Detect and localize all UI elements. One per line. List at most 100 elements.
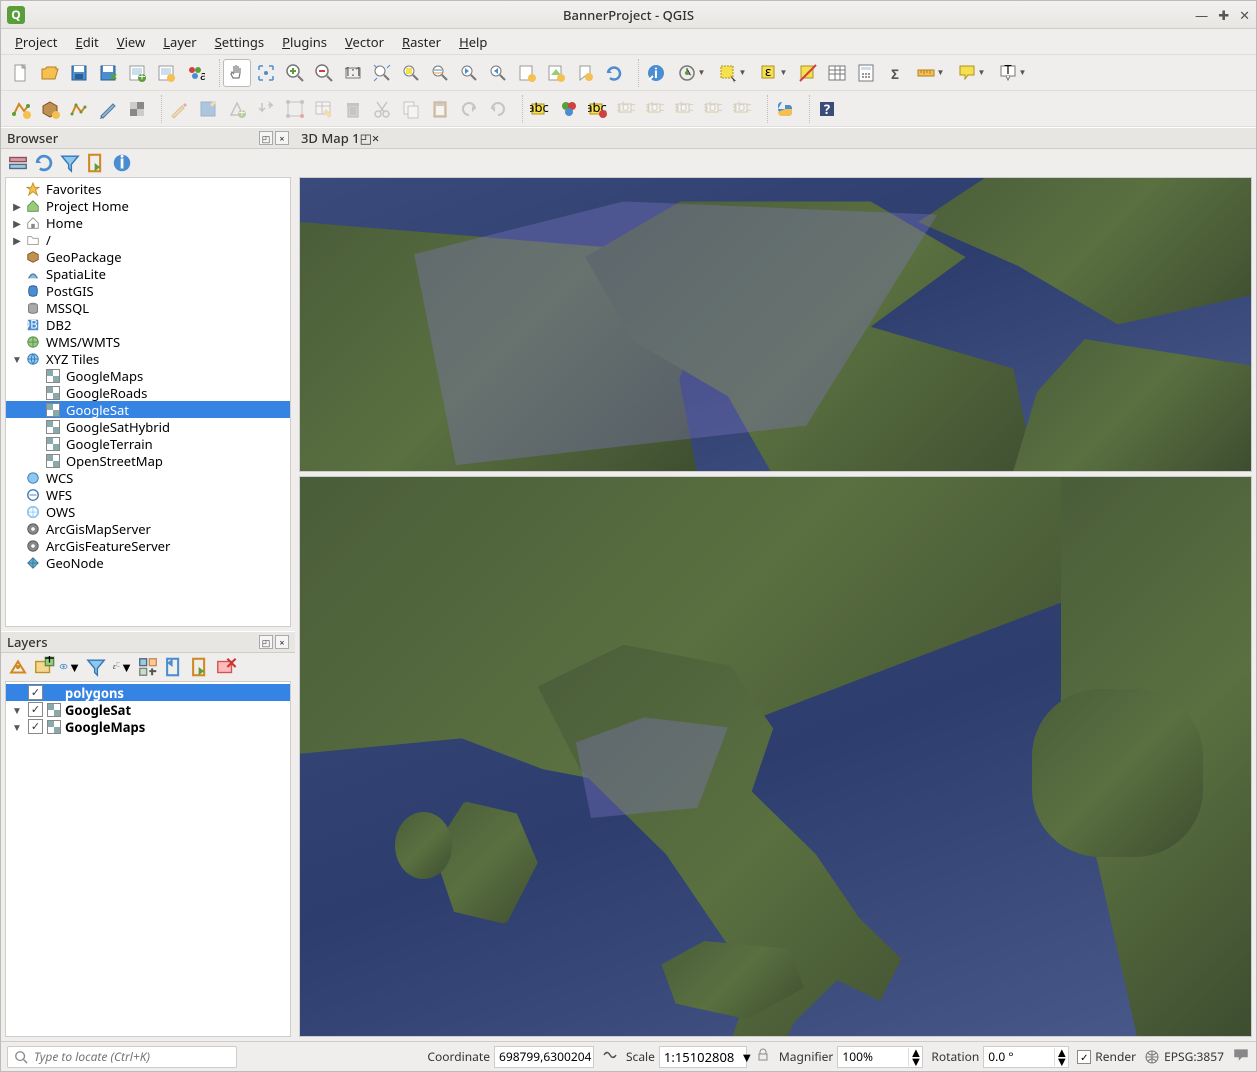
browser-item-spatialite[interactable]: SpatiaLite xyxy=(6,265,290,282)
browser-item-[interactable]: ▶/ xyxy=(6,231,290,248)
style-manager-button[interactable]: a xyxy=(181,59,209,87)
label-move-button[interactable]: abc xyxy=(613,95,641,123)
pan-button[interactable] xyxy=(223,59,251,87)
scale-combo[interactable]: 1:15102808▼ xyxy=(659,1046,747,1068)
browser-item-wfs[interactable]: WFS xyxy=(6,486,290,503)
add-group-icon[interactable]: + xyxy=(33,656,55,678)
paste-button[interactable] xyxy=(426,95,454,123)
browser-item-googleroads[interactable]: GoogleRoads xyxy=(6,384,290,401)
label-move-button[interactable]: abc xyxy=(729,95,757,123)
attr-table-button[interactable] xyxy=(823,59,851,87)
browser-item-geonode[interactable]: GeoNode xyxy=(6,554,290,571)
collapse-all-icon[interactable] xyxy=(85,152,107,174)
browser-item-favorites[interactable]: Favorites xyxy=(6,180,290,197)
menu-settings[interactable]: Settings xyxy=(207,30,272,54)
add-layer-icon[interactable] xyxy=(7,152,29,174)
toggle-edit-button[interactable] xyxy=(165,95,193,123)
browser-item-arcgismapserver[interactable]: ArcGisMapServer xyxy=(6,520,290,537)
new-3d-button[interactable] xyxy=(542,59,570,87)
properties-icon[interactable]: i xyxy=(111,152,133,174)
map3d-close-button[interactable]: × xyxy=(372,129,379,147)
style-manager-icon[interactable] xyxy=(7,656,29,678)
zoom-native-button[interactable]: 1:1 xyxy=(339,59,367,87)
rotation-spinbox[interactable]: ▲▼ xyxy=(983,1046,1069,1068)
label-button[interactable]: abc xyxy=(526,95,554,123)
browser-item-mssql[interactable]: MSSQL xyxy=(6,299,290,316)
browser-item-db2[interactable]: DB2DB2 xyxy=(6,316,290,333)
menu-project[interactable]: Project xyxy=(7,30,65,54)
browser-float-button[interactable]: ◰ xyxy=(259,131,273,145)
help-button[interactable]: ? xyxy=(813,95,841,123)
browser-item-openstreetmap[interactable]: OpenStreetMap xyxy=(6,452,290,469)
browser-item-xyztiles[interactable]: ▼XYZ Tiles xyxy=(6,350,290,367)
menu-layer[interactable]: Layer xyxy=(155,30,204,54)
label-x-button[interactable]: abc xyxy=(584,95,612,123)
diagram-button[interactable] xyxy=(555,95,583,123)
new-layout-button[interactable]: + xyxy=(123,59,151,87)
quill-button[interactable] xyxy=(94,95,122,123)
pan-selection-button[interactable] xyxy=(252,59,280,87)
browser-item-googleterrain[interactable]: GoogleTerrain xyxy=(6,435,290,452)
refresh-button[interactable] xyxy=(600,59,628,87)
minimize-button[interactable]: — xyxy=(1195,6,1208,24)
move-feature-button[interactable] xyxy=(252,95,280,123)
geopkg-new-button[interactable] xyxy=(36,95,64,123)
maximize-button[interactable]: ✚ xyxy=(1218,6,1229,24)
label-move-button[interactable]: abc xyxy=(700,95,728,123)
locator-input[interactable] xyxy=(34,1048,230,1065)
zoom-selection-button[interactable] xyxy=(397,59,425,87)
expression-filter-icon[interactable]: ε□▼ xyxy=(111,656,133,678)
browser-item-googlemaps[interactable]: GoogleMaps xyxy=(6,367,290,384)
magnifier-spinbox[interactable]: ▲▼ xyxy=(837,1046,923,1068)
layers-tree[interactable]: ✓polygons▼✓GoogleSat▼✓GoogleMaps xyxy=(5,681,291,1037)
raster-button[interactable] xyxy=(123,95,151,123)
layer-googlesat[interactable]: ▼✓GoogleSat xyxy=(6,701,290,718)
select-expr-button[interactable]: ε▼ xyxy=(753,59,793,87)
cut-button[interactable] xyxy=(368,95,396,123)
redo-button[interactable] xyxy=(484,95,512,123)
undo-button[interactable] xyxy=(455,95,483,123)
layout-manager-button[interactable] xyxy=(152,59,180,87)
browser-item-googlesat[interactable]: GoogleSat xyxy=(6,401,290,418)
menu-vector[interactable]: Vector xyxy=(337,30,392,54)
map-canvas[interactable] xyxy=(299,476,1252,1037)
new-project-button[interactable] xyxy=(7,59,35,87)
new-bookmark-button[interactable] xyxy=(571,59,599,87)
vector-new-button[interactable] xyxy=(7,95,35,123)
zoom-out-button[interactable] xyxy=(310,59,338,87)
browser-close-button[interactable]: × xyxy=(275,131,289,145)
label-move-button[interactable]: abc xyxy=(642,95,670,123)
add-vector-button[interactable] xyxy=(65,95,93,123)
map3d-float-button[interactable]: ◰ xyxy=(360,129,372,147)
filter-legend-icon[interactable] xyxy=(85,656,107,678)
collapse-all-layers-icon[interactable] xyxy=(163,656,185,678)
browser-item-googlesathybrid[interactable]: GoogleSatHybrid xyxy=(6,418,290,435)
measure-button[interactable]: ▼ xyxy=(910,59,950,87)
menu-edit[interactable]: Edit xyxy=(67,30,106,54)
python-button[interactable] xyxy=(771,95,799,123)
map3d-canvas[interactable] xyxy=(299,177,1252,472)
open-project-button[interactable] xyxy=(36,59,64,87)
menu-help[interactable]: Help xyxy=(451,30,495,54)
extents-toggle-icon[interactable] xyxy=(602,1047,618,1067)
vertex-button[interactable] xyxy=(281,95,309,123)
layer-visibility-checkbox[interactable]: ✓ xyxy=(28,685,43,700)
zoom-in-button[interactable] xyxy=(281,59,309,87)
browser-tree[interactable]: Favorites▶Project Home▶Home▶/GeoPackageS… xyxy=(5,177,291,627)
layer-visibility-checkbox[interactable]: ✓ xyxy=(28,702,43,717)
collapse-all-layers2-icon[interactable] xyxy=(189,656,211,678)
menu-plugins[interactable]: Plugins xyxy=(274,30,335,54)
close-button[interactable]: ✕ xyxy=(1239,6,1250,24)
menu-raster[interactable]: Raster xyxy=(394,30,449,54)
zoom-layer-button[interactable] xyxy=(426,59,454,87)
browser-item-geopackage[interactable]: GeoPackage xyxy=(6,248,290,265)
refresh-icon[interactable] xyxy=(33,152,55,174)
menu-view[interactable]: View xyxy=(109,30,153,54)
lock-scale-icon[interactable] xyxy=(755,1047,771,1067)
layer-visibility-checkbox[interactable]: ✓ xyxy=(28,719,43,734)
zoom-next-button[interactable] xyxy=(484,59,512,87)
browser-item-projecthome[interactable]: ▶Project Home xyxy=(6,197,290,214)
crs-field[interactable]: EPSG:3857 xyxy=(1144,1048,1224,1065)
new-map-button[interactable] xyxy=(513,59,541,87)
delete-button[interactable] xyxy=(339,95,367,123)
